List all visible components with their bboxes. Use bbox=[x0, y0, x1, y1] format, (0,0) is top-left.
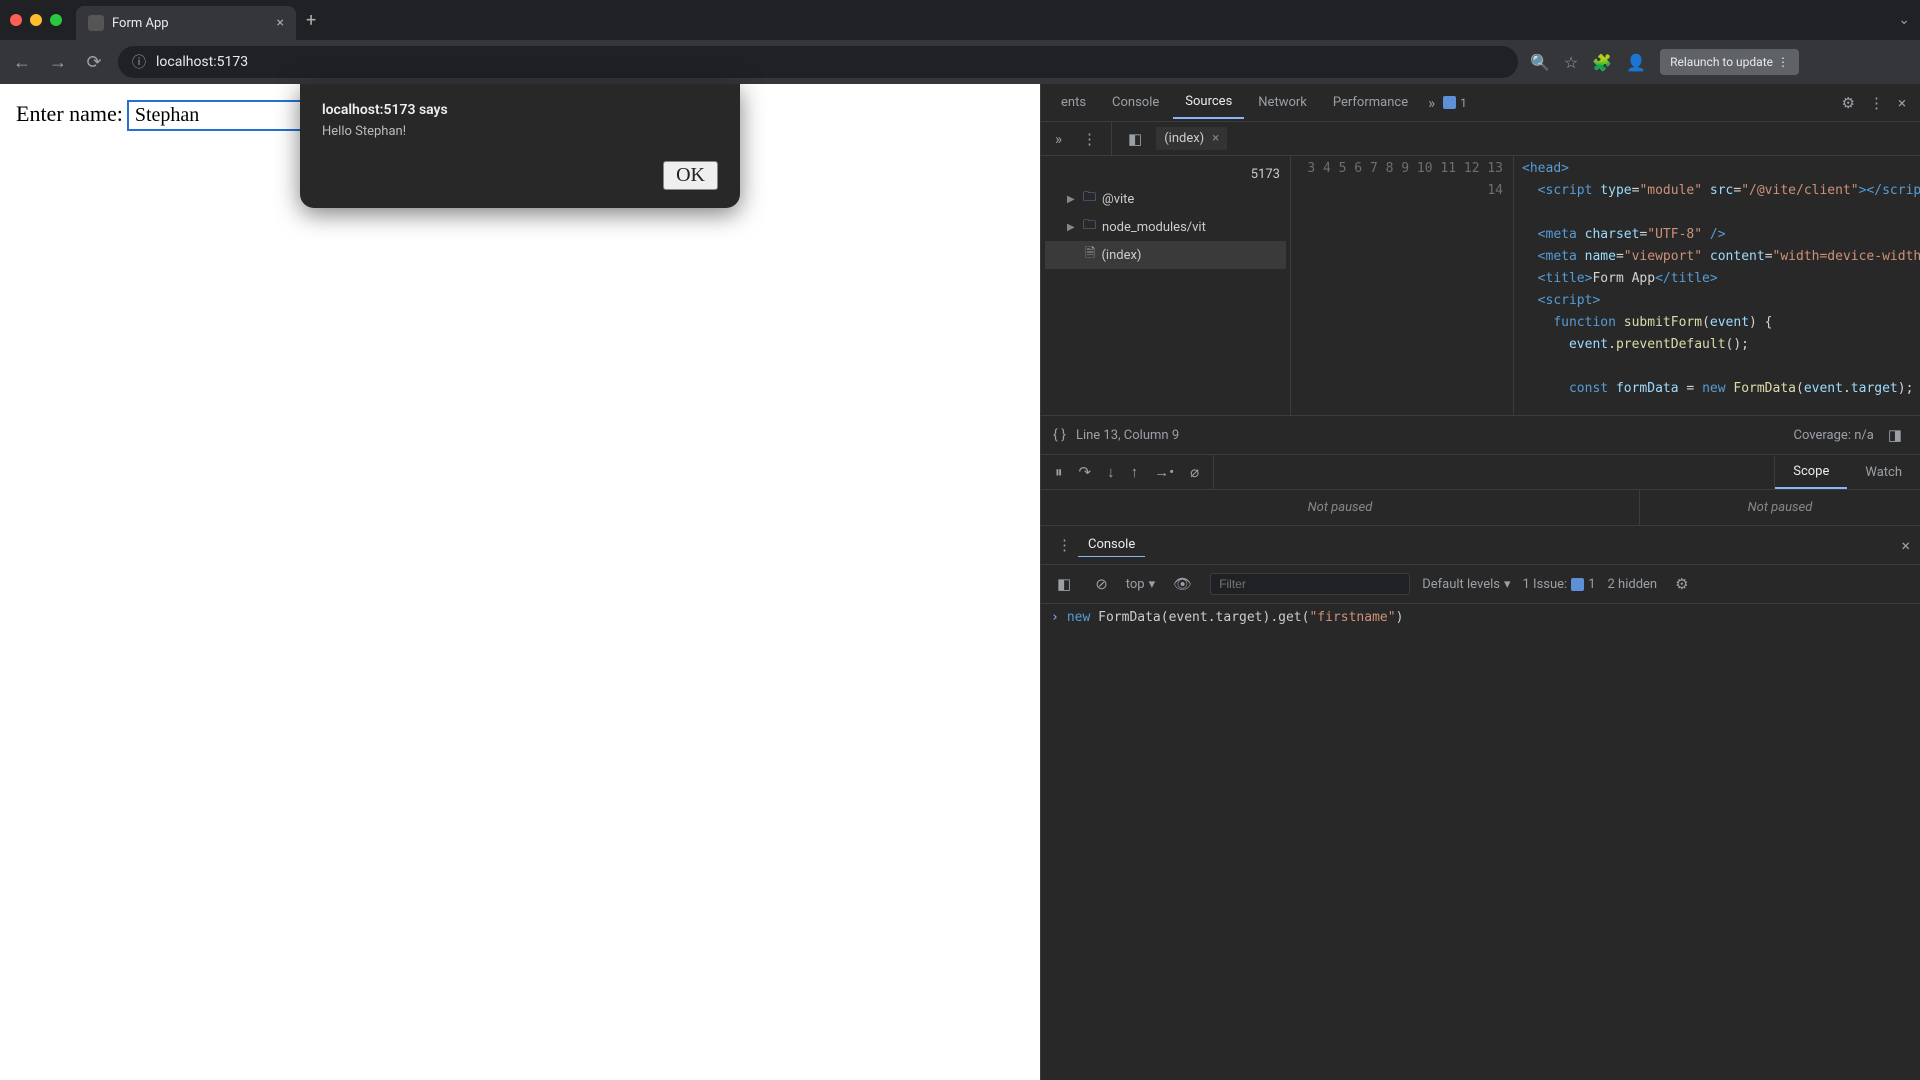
issues-badge[interactable]: 1 bbox=[1443, 96, 1467, 110]
debugger-toolbar: ⏸ ↷ ↓ ↑ →• ⌀ Scope Watch bbox=[1041, 455, 1920, 490]
sources-subheader: » ⋮ ◧ (index) × bbox=[1041, 122, 1920, 156]
devtools-panel: ents Console Sources Network Performance… bbox=[1040, 84, 1920, 1080]
coverage-status: Coverage: n/a bbox=[1794, 428, 1874, 443]
back-button[interactable]: ← bbox=[10, 52, 34, 73]
pause-icon[interactable]: ⏸ bbox=[1055, 463, 1063, 481]
js-alert-dialog: localhost:5173 says Hello Stephan! OK bbox=[300, 84, 740, 208]
tree-folder-node-modules[interactable]: ▶🗀node_modules/vit bbox=[1045, 213, 1286, 241]
console-output[interactable]: › new FormData(event.target).get("firstn… bbox=[1041, 604, 1920, 1080]
site-info-icon[interactable]: ⓘ bbox=[132, 52, 146, 72]
console-drawer-header: ⋮ Console × bbox=[1041, 526, 1920, 565]
close-tab-icon[interactable]: × bbox=[277, 15, 284, 31]
browser-toolbar: ← → ⟳ ⓘ localhost:5173 🔍 ☆ 🧩 👤 Relaunch … bbox=[0, 40, 1920, 84]
code-content: <head> <script type="module" src="/@vite… bbox=[1514, 156, 1920, 415]
toggle-sidebar-icon[interactable]: ◨ bbox=[1882, 422, 1908, 448]
extensions-icon[interactable]: 🧩 bbox=[1592, 53, 1612, 72]
toggle-navigator-icon[interactable]: ◧ bbox=[1122, 126, 1148, 152]
log-levels-selector[interactable]: Default levels▾ bbox=[1422, 577, 1510, 592]
window-controls bbox=[10, 14, 76, 26]
reload-button[interactable]: ⟳ bbox=[82, 52, 106, 73]
open-file-tab[interactable]: (index) × bbox=[1156, 127, 1227, 150]
tree-file-index[interactable]: 🗎(index) bbox=[1045, 241, 1286, 269]
maximize-window-button[interactable] bbox=[50, 14, 62, 26]
hidden-count[interactable]: 2 hidden bbox=[1608, 577, 1658, 592]
step-icon[interactable]: →• bbox=[1154, 463, 1174, 481]
browser-tab[interactable]: Form App × bbox=[76, 6, 296, 40]
profile-icon[interactable]: 👤 bbox=[1626, 53, 1646, 72]
console-menu-icon[interactable]: ⋮ bbox=[1051, 532, 1078, 558]
more-tabs-icon[interactable]: » bbox=[1049, 126, 1068, 152]
pretty-print-icon[interactable]: { } bbox=[1053, 427, 1066, 443]
devtools-menu-icon[interactable]: ⋮ bbox=[1863, 90, 1890, 116]
callstack-not-paused: Not paused bbox=[1041, 490, 1640, 525]
tree-host[interactable]: 5173 bbox=[1045, 164, 1286, 185]
context-selector[interactable]: top▾ bbox=[1126, 577, 1155, 592]
debugger-status-row: Not paused Not paused bbox=[1041, 490, 1920, 526]
tab-performance[interactable]: Performance bbox=[1321, 87, 1420, 118]
issues-link[interactable]: 1 Issue: 1 bbox=[1523, 577, 1596, 592]
console-line: › new FormData(event.target).get("firstn… bbox=[1051, 610, 1910, 625]
bookmark-icon[interactable]: ☆ bbox=[1564, 53, 1578, 72]
tab-strip: Form App × + ⌄ bbox=[0, 0, 1920, 40]
favicon bbox=[88, 15, 104, 31]
devtools-tabs: ents Console Sources Network Performance… bbox=[1041, 84, 1920, 122]
kebab-icon[interactable]: ⋮ bbox=[1076, 126, 1103, 152]
tab-sources[interactable]: Sources bbox=[1173, 86, 1244, 119]
settings-icon[interactable]: ⚙ bbox=[1836, 90, 1861, 116]
file-navigator: 5173 ▶🗀@vite ▶🗀node_modules/vit 🗎(index) bbox=[1041, 156, 1291, 415]
url-text: localhost:5173 bbox=[156, 54, 248, 70]
name-label: Enter name: bbox=[16, 101, 123, 126]
close-window-button[interactable] bbox=[10, 14, 22, 26]
prompt-icon: › bbox=[1051, 610, 1059, 625]
scope-not-paused: Not paused bbox=[1640, 490, 1920, 525]
new-tab-button[interactable]: + bbox=[296, 10, 326, 31]
close-file-icon[interactable]: × bbox=[1212, 131, 1219, 146]
tab-search-icon[interactable]: ⌄ bbox=[1898, 12, 1910, 28]
console-toolbar: ◧ ⊘ top▾ 👁 Default levels▾ 1 Issue: 1 2 … bbox=[1041, 565, 1920, 604]
console-settings-icon[interactable]: ⚙ bbox=[1669, 571, 1694, 597]
tree-folder-vite[interactable]: ▶🗀@vite bbox=[1045, 185, 1286, 213]
watch-tab[interactable]: Watch bbox=[1847, 457, 1920, 488]
tab-console[interactable]: Console bbox=[1100, 87, 1171, 118]
deactivate-breakpoints-icon[interactable]: ⌀ bbox=[1190, 463, 1199, 481]
console-filter-input[interactable] bbox=[1210, 573, 1410, 595]
editor-status-bar: { } Line 13, Column 9 Coverage: n/a ◨ bbox=[1041, 416, 1920, 455]
more-tabs-icon[interactable]: » bbox=[1422, 90, 1441, 116]
relaunch-button[interactable]: Relaunch to update⋮ bbox=[1660, 49, 1799, 75]
line-gutter: 3 4 5 6 7 8 9 10 11 12 13 14 bbox=[1291, 156, 1514, 415]
alert-message: Hello Stephan! bbox=[322, 124, 718, 139]
zoom-icon[interactable]: 🔍 bbox=[1530, 53, 1550, 72]
step-over-icon[interactable]: ↷ bbox=[1079, 463, 1092, 481]
step-into-icon[interactable]: ↓ bbox=[1107, 463, 1115, 481]
forward-button[interactable]: → bbox=[46, 52, 70, 73]
tab-network[interactable]: Network bbox=[1246, 87, 1319, 118]
tab-elements[interactable]: ents bbox=[1049, 87, 1098, 118]
clear-console-icon[interactable]: ⊘ bbox=[1089, 571, 1114, 597]
step-out-icon[interactable]: ↑ bbox=[1131, 463, 1139, 481]
alert-title: localhost:5173 says bbox=[322, 102, 718, 118]
address-bar[interactable]: ⓘ localhost:5173 bbox=[118, 46, 1518, 78]
console-drawer-tab[interactable]: Console bbox=[1078, 533, 1145, 557]
scope-tab[interactable]: Scope bbox=[1775, 456, 1847, 489]
tab-title: Form App bbox=[112, 16, 169, 31]
live-expression-icon[interactable]: 👁 bbox=[1167, 571, 1198, 597]
page-content: Enter name: Submit ➤ localhost:5173 says… bbox=[0, 84, 1040, 1080]
close-devtools-icon[interactable]: × bbox=[1892, 90, 1912, 116]
toggle-sidebar-icon[interactable]: ◧ bbox=[1051, 571, 1077, 597]
minimize-window-button[interactable] bbox=[30, 14, 42, 26]
alert-ok-button[interactable]: OK bbox=[663, 161, 718, 190]
close-drawer-icon[interactable]: × bbox=[1901, 536, 1910, 555]
code-editor[interactable]: 3 4 5 6 7 8 9 10 11 12 13 14 <head> <scr… bbox=[1291, 156, 1920, 415]
cursor-position: Line 13, Column 9 bbox=[1076, 428, 1179, 443]
